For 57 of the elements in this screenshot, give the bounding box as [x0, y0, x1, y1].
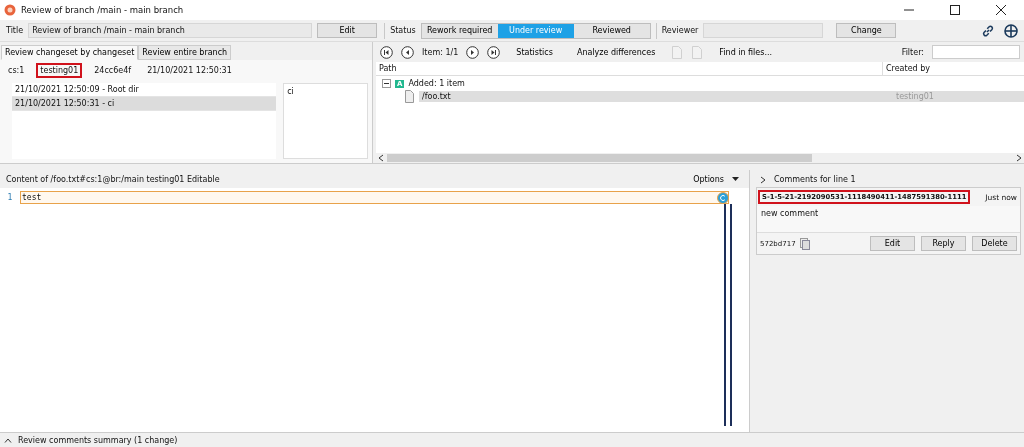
- group-label: Added: 1 item: [408, 79, 465, 88]
- app-logo-icon: [4, 4, 16, 16]
- filter-label: Filter:: [901, 47, 924, 57]
- analyze-differences-button[interactable]: Analyze differences: [568, 47, 664, 57]
- edit-button[interactable]: Edit: [317, 23, 378, 38]
- line-number: 1: [6, 192, 14, 202]
- status-text: Review comments summary (1 change): [18, 435, 178, 445]
- changeset-info: 24cc6e4f: [93, 65, 133, 77]
- changeset-info: testing01: [36, 63, 83, 78]
- statistics-button[interactable]: Statistics: [508, 47, 561, 57]
- scroll-left-icon[interactable]: [378, 154, 384, 162]
- caret-icon: [732, 177, 739, 181]
- change-button[interactable]: Change: [836, 23, 897, 38]
- chevron-right-icon[interactable]: [760, 175, 766, 184]
- changeset-info: 21/10/2021 12:50:31: [146, 65, 233, 77]
- first-icon[interactable]: [380, 45, 393, 59]
- horizontal-scrollbar[interactable]: [376, 153, 1024, 163]
- filter-field[interactable]: [932, 45, 1020, 59]
- globe-icon[interactable]: [1004, 23, 1018, 38]
- link-icon[interactable]: [981, 23, 995, 38]
- changeset-info: cs:1: [7, 65, 26, 77]
- file-row[interactable]: /foo.txt testing01: [419, 91, 1024, 102]
- previous-icon[interactable]: [401, 45, 414, 59]
- column-header[interactable]: Path: [376, 62, 883, 75]
- comment-text: new comment: [757, 206, 1020, 233]
- file-path: /foo.txt: [422, 92, 452, 101]
- status-option[interactable]: Rework required: [421, 23, 498, 38]
- column-header[interactable]: Created by: [883, 62, 1024, 75]
- tab[interactable]: Review entire branch: [138, 45, 232, 60]
- title-field[interactable]: Review of branch /main - main branch: [28, 23, 313, 38]
- next-icon[interactable]: [466, 45, 480, 59]
- editor-header: Content of /foo.txt#cs:1@br:/main testing01 Editable: [6, 174, 220, 184]
- options-button[interactable]: Options: [689, 174, 743, 184]
- chevron-up-icon[interactable]: [4, 437, 12, 443]
- changeset-comment: ci: [287, 87, 294, 96]
- collapse-icon[interactable]: [382, 79, 391, 88]
- comment-action-button[interactable]: Edit: [870, 236, 915, 251]
- item-counter: Item: 1/1: [422, 47, 459, 57]
- find-in-files-button[interactable]: Find in files...: [711, 47, 781, 57]
- scroll-right-icon[interactable]: [1016, 154, 1022, 162]
- comment-marker-icon: [717, 192, 729, 204]
- comment-action-button[interactable]: Reply: [921, 236, 966, 251]
- comments-heading: Comments for line 1: [774, 175, 856, 184]
- changeset-item[interactable]: 21/10/2021 12:50:31 - ci: [12, 97, 277, 111]
- last-icon[interactable]: [487, 45, 501, 59]
- copy-icon[interactable]: [799, 237, 810, 250]
- file-icon: [404, 90, 415, 103]
- comment-action-button[interactable]: Delete: [972, 236, 1017, 251]
- scrollbar-thumb[interactable]: [387, 154, 812, 162]
- status-label: Status: [390, 26, 416, 35]
- status-option[interactable]: Reviewed: [573, 23, 650, 38]
- reviewer-field[interactable]: [703, 23, 824, 38]
- tab[interactable]: Review changeset by changeset: [1, 45, 139, 60]
- reviewer-label: Reviewer: [661, 26, 699, 35]
- window-title: Review of branch /main - main branch: [21, 5, 184, 15]
- title-label: Title: [6, 26, 24, 35]
- file-creator: testing01: [896, 92, 934, 101]
